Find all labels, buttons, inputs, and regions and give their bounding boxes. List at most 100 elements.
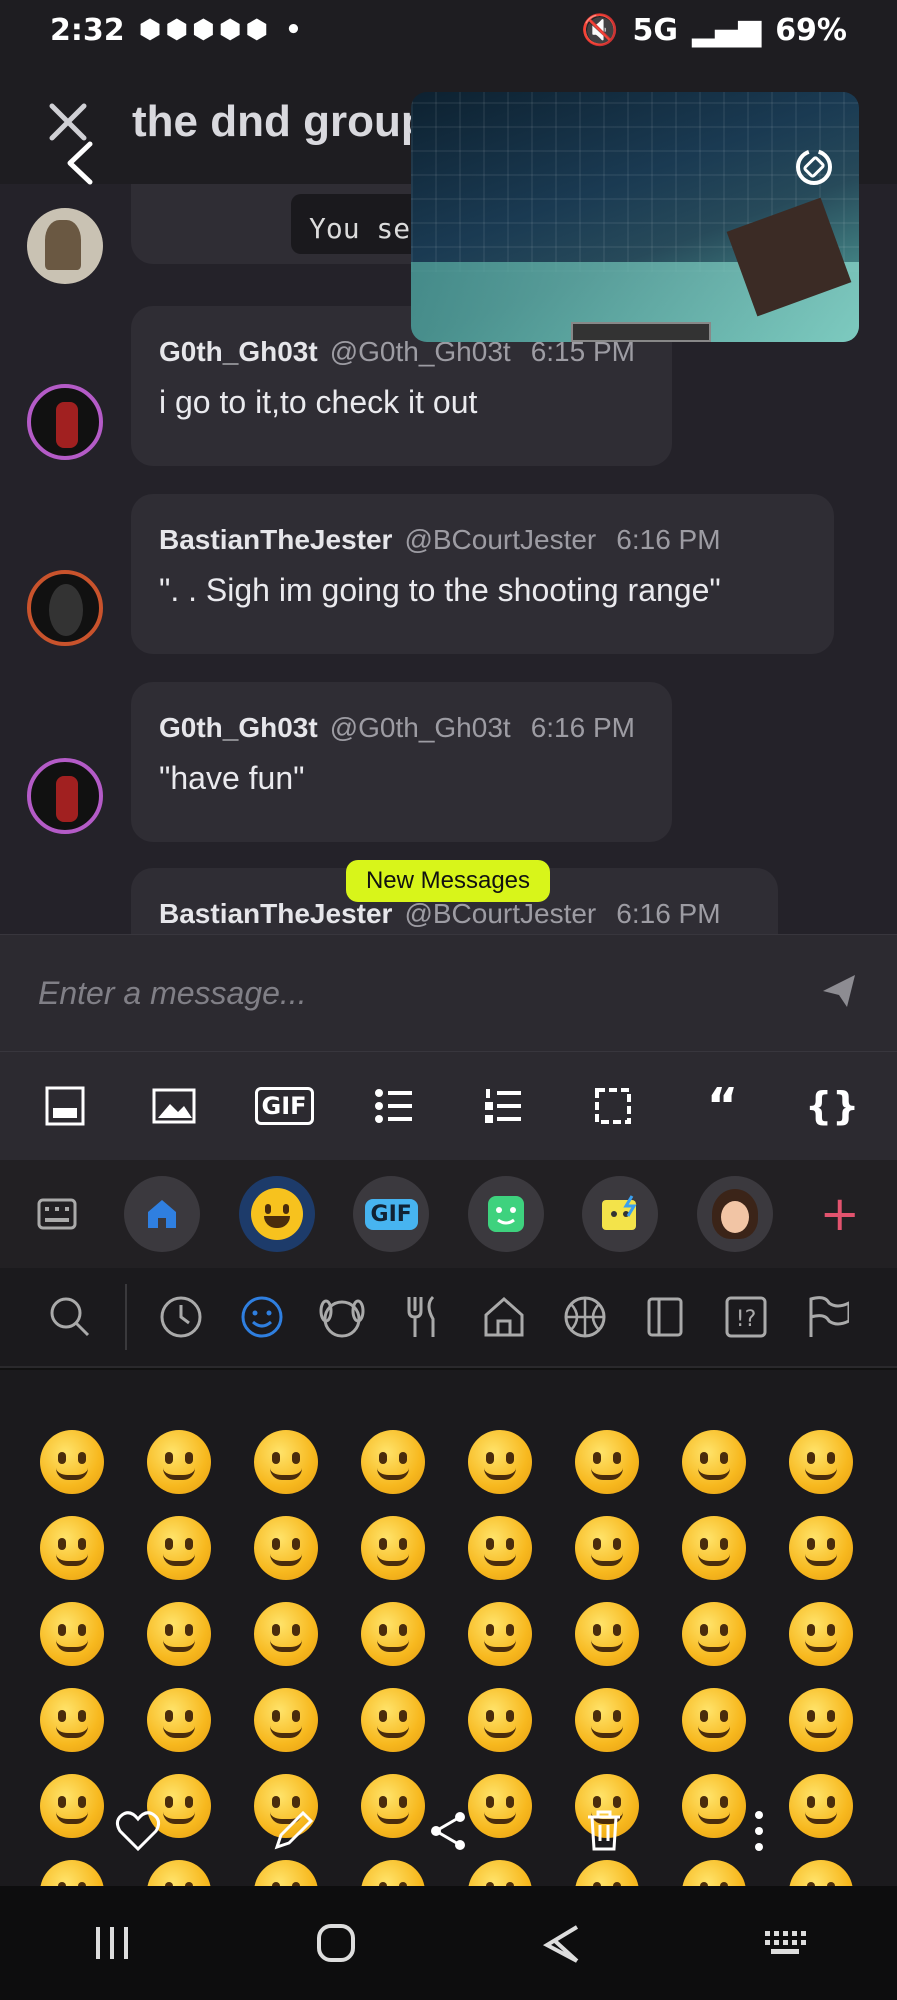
emoji-key[interactable] xyxy=(40,1430,104,1494)
add-button[interactable]: + xyxy=(812,1186,868,1242)
spoiler-icon[interactable] xyxy=(37,1078,93,1134)
emoji-key[interactable] xyxy=(147,1516,211,1580)
home-tab-button[interactable] xyxy=(123,1176,200,1252)
battery-level: 69% xyxy=(775,12,847,48)
recent-apps-icon[interactable] xyxy=(77,1908,147,1978)
keyboard-toolbar: GIF + xyxy=(0,1160,897,1268)
emoji-key[interactable] xyxy=(468,1430,532,1494)
emoji-key[interactable] xyxy=(682,1688,746,1752)
avatar[interactable] xyxy=(27,570,103,646)
emoji-key[interactable] xyxy=(682,1516,746,1580)
emoji-key[interactable] xyxy=(254,1516,318,1580)
gif-tab-label: GIF xyxy=(364,1198,418,1230)
message-username[interactable]: G0th_Gh03t xyxy=(159,336,318,368)
emoji-key[interactable] xyxy=(254,1430,318,1494)
avatar[interactable] xyxy=(27,758,103,834)
food-category-icon[interactable] xyxy=(383,1282,464,1352)
message-username[interactable]: BastianTheJester xyxy=(159,524,392,556)
emoji-key[interactable] xyxy=(789,1688,853,1752)
image-icon[interactable] xyxy=(146,1078,202,1134)
avatar-sticker-button[interactable] xyxy=(697,1176,774,1252)
select-area-icon[interactable] xyxy=(585,1078,641,1134)
emoji-key[interactable] xyxy=(682,1602,746,1666)
objects-category-icon[interactable] xyxy=(625,1282,706,1352)
emoji-key[interactable] xyxy=(575,1688,639,1752)
emoji-key[interactable] xyxy=(575,1602,639,1666)
heart-icon[interactable] xyxy=(108,1801,168,1861)
emoji-key[interactable] xyxy=(468,1688,532,1752)
quote-button[interactable]: “ xyxy=(695,1078,751,1134)
message-input[interactable]: Enter a message... xyxy=(38,975,307,1012)
emoji-key[interactable] xyxy=(147,1430,211,1494)
gif-tab-button[interactable]: GIF xyxy=(353,1176,430,1252)
emoji-key[interactable] xyxy=(40,1688,104,1752)
emoji-key[interactable] xyxy=(789,1602,853,1666)
emoji-key[interactable] xyxy=(468,1602,532,1666)
recent-icon[interactable] xyxy=(141,1282,222,1352)
send-icon[interactable] xyxy=(819,971,859,1015)
emoji-key[interactable] xyxy=(40,1602,104,1666)
message-username[interactable]: G0th_Gh03t xyxy=(159,712,318,744)
emoji-key[interactable] xyxy=(575,1430,639,1494)
places-category-icon[interactable] xyxy=(463,1282,544,1352)
emoji-key[interactable] xyxy=(147,1688,211,1752)
delete-icon[interactable] xyxy=(574,1801,634,1861)
message-text: ". . Sigh im going to the shooting range… xyxy=(159,572,721,608)
message-time: 6:16 PM xyxy=(530,712,635,743)
format-toolbar: GIF “ {} xyxy=(0,1052,897,1160)
emoji-key[interactable] xyxy=(254,1688,318,1752)
media-action-bar xyxy=(0,1776,897,1886)
keyboard-icon[interactable] xyxy=(29,1186,85,1242)
activity-category-icon[interactable] xyxy=(544,1282,625,1352)
back-chevron-icon[interactable] xyxy=(60,138,100,188)
message-text: i go to it,to check it out xyxy=(159,384,478,420)
numbered-list-icon[interactable] xyxy=(475,1078,531,1134)
smiley-icon xyxy=(250,1188,303,1240)
animals-category-icon[interactable] xyxy=(302,1282,383,1352)
back-icon[interactable] xyxy=(526,1908,596,1978)
emoji-key[interactable] xyxy=(361,1602,425,1666)
avatar[interactable] xyxy=(27,208,103,284)
home-icon[interactable] xyxy=(301,1908,371,1978)
status-bar: 2:32 ⬢⬢⬢⬢⬢ • 🔇 5G ▂▄▆ 69% xyxy=(0,0,897,60)
emoji-key[interactable] xyxy=(361,1516,425,1580)
emoji-key[interactable] xyxy=(147,1602,211,1666)
message-bubble[interactable]: G0th_Gh03t @G0th_Gh03t 6:16 PM "have fun… xyxy=(131,682,672,842)
message-username[interactable]: BastianTheJester xyxy=(159,898,392,930)
search-icon[interactable] xyxy=(30,1282,111,1352)
new-messages-badge[interactable]: New Messages xyxy=(346,860,550,902)
picture-in-picture-video[interactable] xyxy=(411,92,859,342)
code-button[interactable]: {} xyxy=(804,1078,860,1134)
message-time: 6:16 PM xyxy=(616,898,721,929)
gif-button[interactable]: GIF xyxy=(254,1078,314,1134)
signal-icon: ▂▄▆ xyxy=(691,12,762,48)
flags-category-icon[interactable] xyxy=(786,1282,867,1352)
emoji-key[interactable] xyxy=(789,1430,853,1494)
chat-title: the dnd group xyxy=(132,97,428,146)
emoji-tab-button[interactable] xyxy=(238,1176,315,1252)
smileys-category-icon[interactable] xyxy=(221,1282,302,1352)
avatar-icon xyxy=(712,1189,759,1239)
message-text: "have fun" xyxy=(159,760,305,796)
sticker-tab-button[interactable] xyxy=(467,1176,544,1252)
rotate-icon[interactable] xyxy=(789,142,839,192)
avatar[interactable] xyxy=(27,384,103,460)
bullet-list-icon[interactable] xyxy=(366,1078,422,1134)
emoji-key[interactable] xyxy=(575,1516,639,1580)
emoji-key[interactable] xyxy=(254,1602,318,1666)
emoji-key[interactable] xyxy=(361,1430,425,1494)
edit-icon[interactable] xyxy=(263,1801,323,1861)
message-bubble[interactable]: BastianTheJester @BCourtJester 6:16 PM "… xyxy=(131,494,834,654)
more-options-icon[interactable] xyxy=(729,1801,789,1861)
bitmoji-tab-button[interactable] xyxy=(582,1176,659,1252)
keyboard-hide-icon[interactable] xyxy=(750,1908,820,1978)
share-icon[interactable] xyxy=(418,1801,478,1861)
emoji-key[interactable] xyxy=(789,1516,853,1580)
emoji-key[interactable] xyxy=(40,1516,104,1580)
emoji-key[interactable] xyxy=(682,1430,746,1494)
symbols-category-icon[interactable]: !? xyxy=(706,1282,787,1352)
emoji-key[interactable] xyxy=(361,1688,425,1752)
divider xyxy=(124,1284,127,1350)
emoji-key[interactable] xyxy=(468,1516,532,1580)
message-time: 6:16 PM xyxy=(616,524,721,555)
